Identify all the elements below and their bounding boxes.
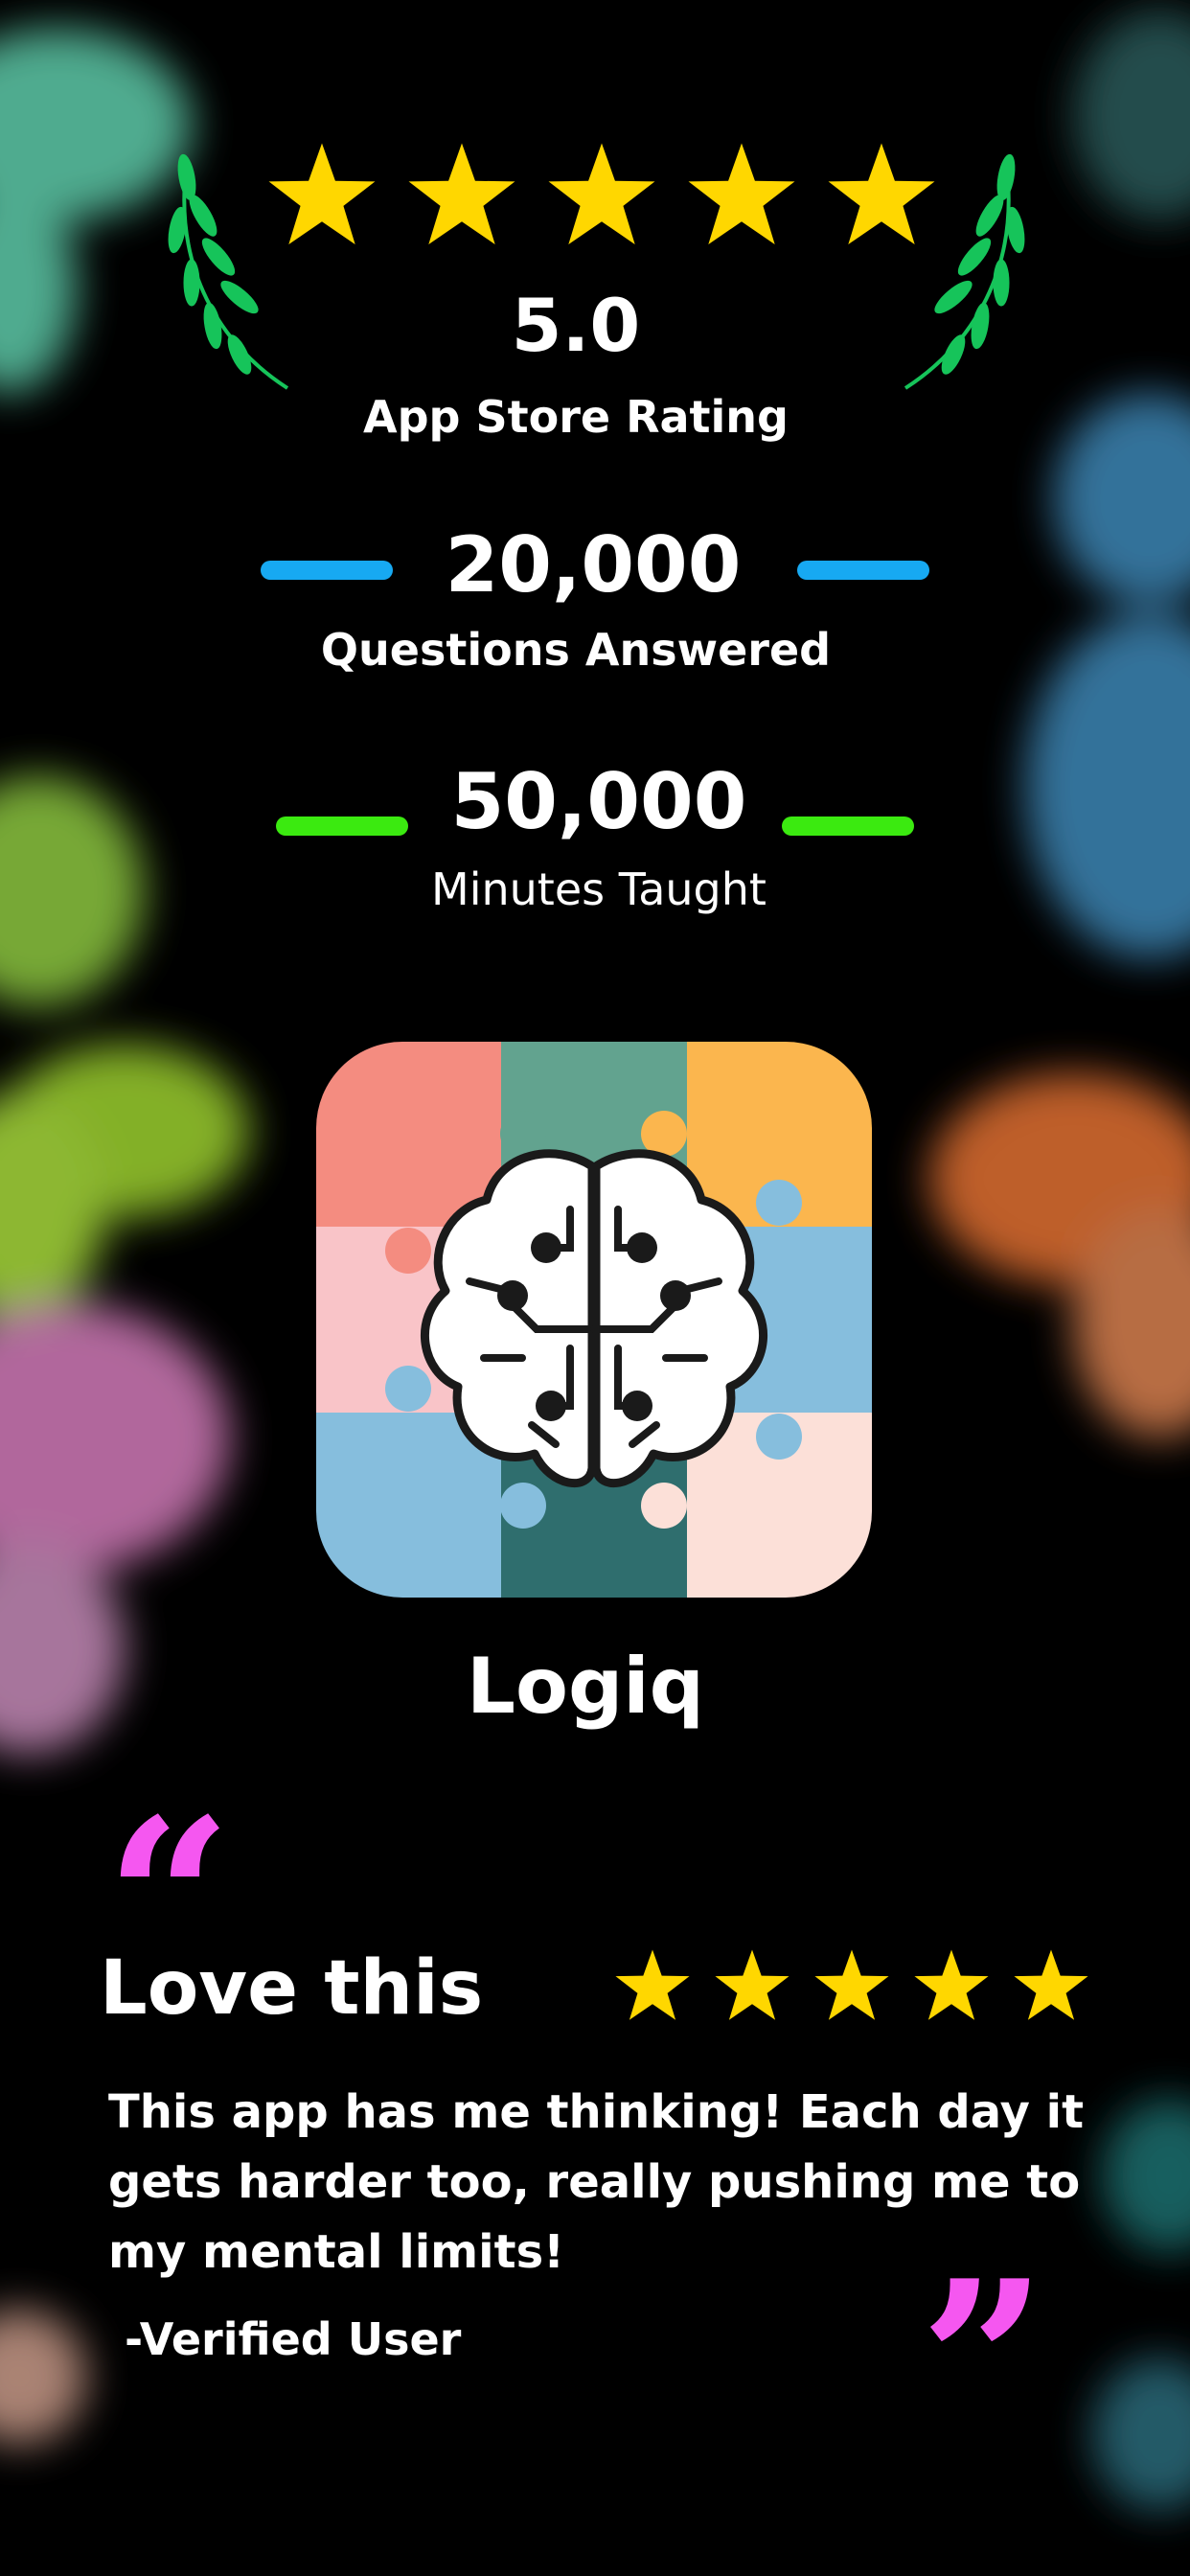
brain-puzzle-icon [316,1042,872,1598]
stat-value: 50,000 [450,757,747,846]
review-stars [613,1947,1090,2026]
close-quote-icon: ” [920,2233,1047,2492]
stat-label: Questions Answered [320,624,832,676]
app-store-promo-screen: 5.0 App Store Rating 20,000 Questions An… [0,0,1190,2576]
rating-label: App Store Rating [363,391,789,443]
stat-value: 20,000 [445,520,742,610]
star-icon [1014,1949,1088,2020]
star-icon [268,143,376,245]
star-icon [914,1949,989,2020]
star-icon [408,143,515,245]
star-icon [828,143,935,245]
review-author: -Verified User [125,2313,462,2365]
app-name: Logiq [467,1642,704,1731]
stat-label: Minutes Taught [431,863,767,915]
rating-stars [265,140,938,253]
review-title: Love this [100,1945,484,2032]
star-icon [814,1949,889,2020]
review-body-line: This app has me thinking! Each day it [108,2085,1085,2139]
review-body-line: gets harder too, really pushing me to [108,2155,1081,2209]
star-icon [548,143,655,245]
star-icon [715,1949,790,2020]
star-icon [615,1949,690,2020]
rating-value: 5.0 [511,283,641,368]
star-icon [688,143,795,245]
